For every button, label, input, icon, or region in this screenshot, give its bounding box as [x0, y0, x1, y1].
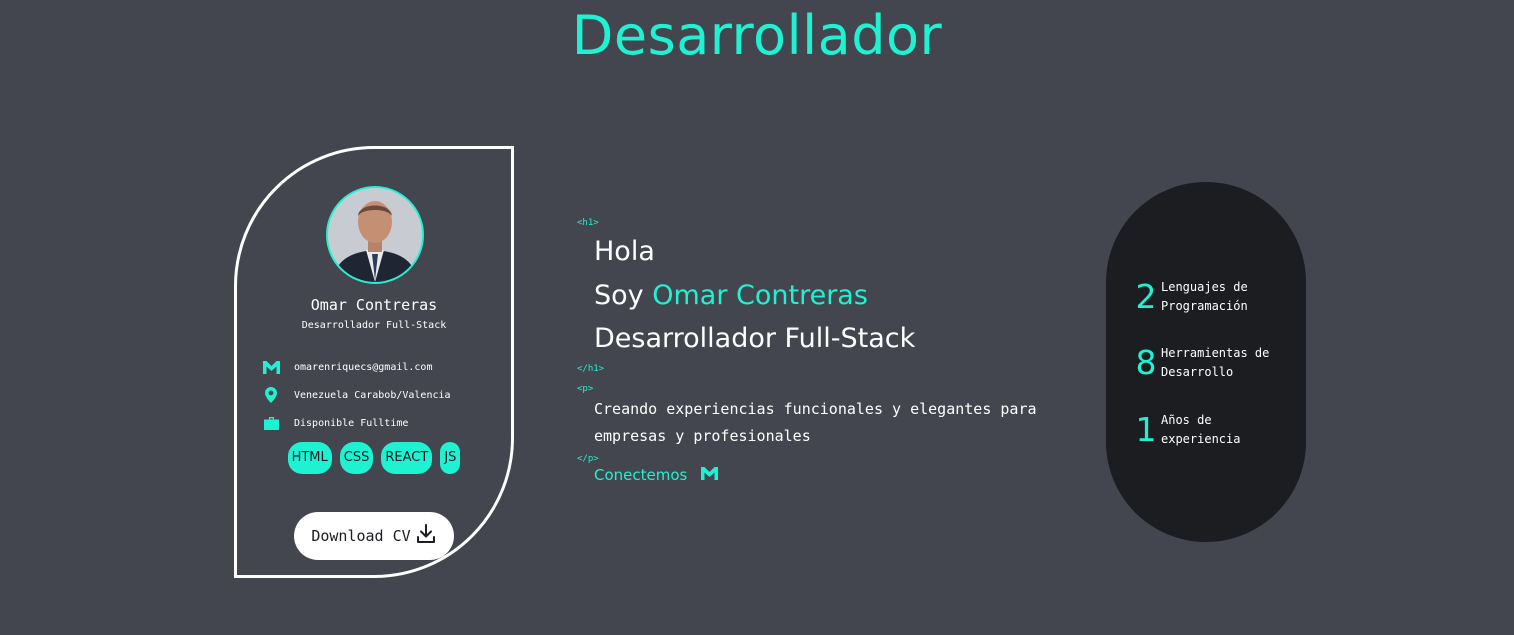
stat-tools: 8 Herramientas de Desarrollo: [1133, 343, 1270, 382]
stat-value: 1: [1135, 410, 1157, 449]
intro-heading: Hola Soy Omar Contreras Desarrollador Fu…: [594, 230, 1057, 361]
connect-link[interactable]: Conectemos: [594, 466, 1057, 484]
skill-tag: JS: [440, 442, 461, 474]
profile-name: Omar Contreras: [310, 296, 438, 314]
skill-tag: CSS: [339, 442, 374, 474]
stat-experience: 1 Años de experiencia: [1133, 410, 1241, 449]
location-pin-icon: [262, 386, 280, 404]
code-tag-h1-open: <h1>: [577, 218, 599, 228]
contact-location-text: Venezuela Carabob/Valencia: [294, 389, 451, 401]
contact-availability-text: Disponible Fulltime: [294, 417, 409, 429]
code-tag-h1-close: </h1>: [577, 363, 605, 374]
contact-location: Venezuela Carabob/Valencia: [262, 381, 451, 409]
avatar: [326, 186, 424, 284]
page-title: Desarrollador: [571, 4, 943, 67]
soy-text: Soy: [594, 279, 644, 311]
stat-value: 2: [1135, 277, 1157, 316]
contact-email[interactable]: omarenriquecs@gmail.com: [262, 353, 451, 381]
briefcase-icon: [262, 414, 280, 432]
download-icon: [415, 523, 437, 549]
intro-name: Omar Contreras: [652, 279, 868, 311]
contact-availability: Disponible Fulltime: [262, 409, 451, 437]
download-cv-button[interactable]: Download CV: [294, 512, 454, 560]
intro-name-line: Soy Omar Contreras: [594, 274, 1057, 318]
skill-tag: HTML: [287, 442, 332, 474]
stats-panel: 2 Lenguajes de Programación 8 Herramient…: [1106, 182, 1306, 542]
code-tag-p-close: </p>: [577, 453, 599, 464]
stat-value: 8: [1135, 343, 1157, 382]
intro-role: Desarrollador Full-Stack: [594, 323, 916, 354]
contact-email-text: omarenriquecs@gmail.com: [294, 361, 433, 373]
contact-info-list: omarenriquecs@gmail.com Venezuela Carabo…: [262, 353, 451, 437]
stat-label: Herramientas de Desarrollo: [1161, 345, 1270, 379]
skills-list: HTML CSS REACT JS: [237, 442, 511, 474]
profile-card: Omar Contreras Desarrollador Full-Stack …: [234, 146, 514, 578]
greeting-text: Hola: [594, 236, 655, 267]
connect-label: Conectemos: [594, 465, 688, 484]
intro-section: <h1> Hola Soy Omar Contreras Desarrollad…: [577, 218, 1057, 484]
stat-label: Lenguajes de Programación: [1161, 279, 1248, 313]
profile-role: Desarrollador Full-Stack: [301, 320, 447, 331]
intro-description: Creando experiencias funcionales y elega…: [594, 399, 1037, 445]
code-tag-p-open: <p>: [577, 383, 594, 394]
gmail-icon: [701, 466, 719, 484]
skill-tag: REACT: [381, 442, 433, 474]
stat-languages: 2 Lenguajes de Programación: [1133, 277, 1248, 316]
stat-label: Años de experiencia: [1161, 412, 1241, 446]
gmail-icon: [262, 358, 280, 376]
download-cv-label: Download CV: [311, 527, 411, 545]
